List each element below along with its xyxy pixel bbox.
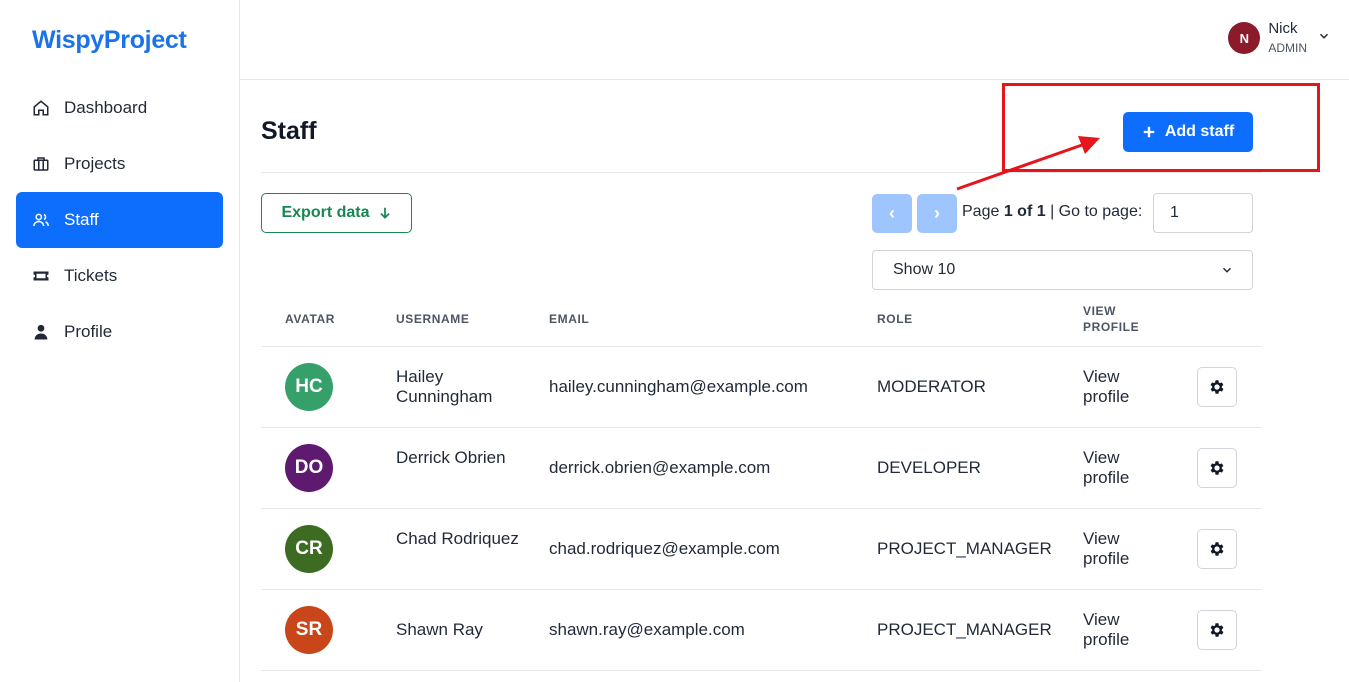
page-size-value: Show 10	[893, 261, 956, 278]
sidebar-item-label: Projects	[64, 154, 126, 173]
previous-page-button[interactable]: ‹	[872, 194, 912, 233]
chevron-down-icon	[1222, 267, 1232, 273]
gear-icon	[1210, 542, 1224, 556]
sidebar-item-projects[interactable]: Projects	[16, 136, 223, 192]
username-cell: Hailey Cunningham	[396, 367, 493, 406]
add-staff-button[interactable]: Add staff	[1123, 112, 1253, 152]
sidebar-item-dashboard[interactable]: Dashboard	[16, 80, 223, 136]
username-cell: Shawn Ray	[396, 620, 483, 639]
sidebar-item-label: Profile	[64, 322, 113, 341]
gear-icon	[1210, 461, 1224, 475]
role-cell: PROJECT_MANAGER	[877, 620, 1052, 639]
avatar: HC	[285, 363, 333, 411]
view-profile-link[interactable]: View profile	[1083, 448, 1153, 488]
chevron-down-icon[interactable]	[1317, 29, 1331, 48]
sidebar-item-profile[interactable]: Profile	[16, 304, 223, 360]
add-staff-label: Add staff	[1164, 123, 1235, 140]
username-cell: Chad Rodriquez	[396, 529, 519, 548]
divider	[261, 427, 1261, 428]
top-header: N Nick ADMIN	[240, 0, 1349, 80]
ticket-icon	[32, 267, 50, 285]
page-label: Page	[962, 203, 1000, 220]
column-header-avatar: AVATAR	[285, 312, 336, 326]
sidebar-item-tickets[interactable]: Tickets	[16, 248, 223, 304]
view-profile-link[interactable]: View profile	[1083, 367, 1153, 407]
avatar: DO	[285, 444, 333, 492]
sidebar-item-staff[interactable]: Staff	[16, 192, 223, 248]
divider	[261, 172, 1261, 173]
row-settings-button[interactable]	[1197, 529, 1237, 569]
divider	[261, 346, 1261, 347]
column-header-username: USERNAME	[396, 312, 470, 326]
divider	[261, 670, 1261, 671]
arrow-down-icon	[378, 206, 392, 220]
column-header-view-profile: VIEW PROFILE	[1083, 304, 1140, 334]
gear-icon	[1210, 623, 1224, 637]
role-cell: MODERATOR	[877, 377, 986, 396]
export-data-button[interactable]: Export data	[261, 193, 412, 233]
briefcase-icon	[32, 155, 50, 173]
column-header-role: ROLE	[877, 312, 913, 326]
plus-icon	[1142, 125, 1156, 139]
page-info: Page 1 of 1 | Go to page:	[962, 203, 1142, 221]
role-cell: DEVELOPER	[877, 458, 981, 477]
user-menu[interactable]: N Nick ADMIN	[1228, 20, 1331, 56]
view-profile-link[interactable]: View profile	[1083, 529, 1153, 569]
user-icon	[32, 323, 50, 341]
row-settings-button[interactable]	[1197, 367, 1237, 407]
app-window: WispyProject Dashboard Projects Staff Ti…	[0, 0, 1349, 682]
user-role: ADMIN	[1268, 41, 1307, 55]
next-page-button[interactable]: ›	[917, 194, 957, 233]
page-size-select[interactable]: Show 10	[872, 250, 1253, 290]
column-header-email: EMAIL	[549, 312, 590, 326]
username-cell: Derrick Obrien	[396, 448, 506, 467]
avatar: CR	[285, 525, 333, 573]
role-cell: PROJECT_MANAGER	[877, 539, 1052, 558]
row-settings-button[interactable]	[1197, 448, 1237, 488]
sidebar-nav: Dashboard Projects Staff Tickets Profile	[16, 80, 223, 360]
goto-page-input[interactable]	[1153, 193, 1253, 233]
sidebar-item-label: Tickets	[64, 266, 118, 285]
user-info: Nick ADMIN	[1268, 20, 1307, 56]
sidebar-item-label: Dashboard	[64, 98, 148, 117]
avatar: SR	[285, 606, 333, 654]
brand-logo[interactable]: WispyProject	[32, 26, 187, 55]
row-settings-button[interactable]	[1197, 610, 1237, 650]
email-cell: shawn.ray@example.com	[549, 620, 745, 639]
gear-icon	[1210, 380, 1224, 394]
page-title: Staff	[261, 117, 317, 145]
users-icon	[32, 211, 50, 229]
sidebar-item-label: Staff	[64, 210, 99, 229]
home-icon	[32, 99, 50, 117]
email-cell: chad.rodriquez@example.com	[549, 539, 780, 558]
page-count: 1 of 1	[1003, 203, 1046, 220]
view-profile-link[interactable]: View profile	[1083, 610, 1153, 650]
divider	[261, 589, 1261, 590]
email-cell: hailey.cunningham@example.com	[549, 377, 808, 396]
export-data-label: Export data	[281, 204, 370, 221]
divider	[261, 508, 1261, 509]
avatar: N	[1228, 22, 1261, 54]
sidebar: WispyProject Dashboard Projects Staff Ti…	[0, 0, 240, 682]
goto-label: | Go to page:	[1050, 203, 1143, 220]
email-cell: derrick.obrien@example.com	[549, 458, 771, 477]
user-name: Nick	[1268, 20, 1298, 37]
